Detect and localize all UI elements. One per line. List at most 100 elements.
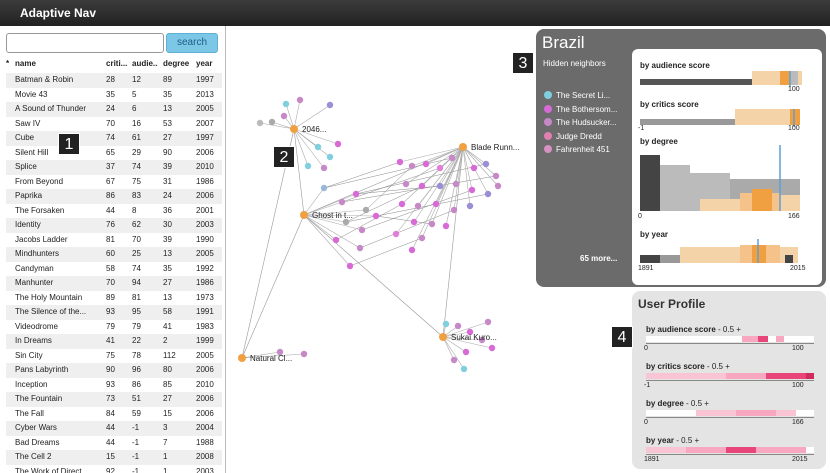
graph-node[interactable] (338, 198, 346, 206)
graph-node[interactable] (448, 154, 456, 162)
graph-node[interactable] (314, 143, 322, 151)
graph-node[interactable] (418, 234, 426, 242)
graph-node[interactable] (428, 220, 436, 228)
table-row[interactable]: Inception 93 86 85 2010 (6, 378, 222, 393)
table-row[interactable]: Movie 43 35 5 35 2013 (6, 88, 222, 103)
table-row[interactable]: The Work of Direct... 92 -1 1 2003 (6, 465, 222, 473)
column-header-year[interactable]: year (196, 59, 225, 68)
column-header-audience[interactable]: audie... (132, 59, 158, 68)
graph-node[interactable] (468, 186, 476, 194)
graph-node[interactable] (362, 206, 370, 214)
graph-node[interactable] (300, 350, 308, 358)
graph-node[interactable] (450, 206, 458, 214)
search-button[interactable]: search (166, 33, 218, 53)
graph-hub-node[interactable] (290, 125, 298, 133)
table-row[interactable]: Mindhunters 60 25 13 2005 (6, 247, 222, 262)
graph-node[interactable] (450, 356, 458, 364)
graph-node[interactable] (462, 348, 470, 356)
graph-node[interactable] (392, 230, 400, 238)
graph-hub-node[interactable] (439, 333, 447, 341)
graph-node[interactable] (332, 236, 340, 244)
graph-node[interactable] (256, 119, 264, 127)
profile-distribution-bar[interactable] (646, 447, 814, 453)
graph-node[interactable] (436, 182, 444, 190)
column-header-degree[interactable]: degree (163, 59, 195, 68)
graph-node[interactable] (320, 164, 328, 172)
table-row[interactable]: The Cell 2 15 -1 1 2008 (6, 450, 222, 465)
hidden-neighbor-item[interactable]: Fahrenheit 451 (544, 145, 610, 154)
hist-year-chart[interactable] (640, 239, 812, 265)
table-row[interactable]: Batman & Robin 28 12 89 1997 (6, 73, 222, 88)
table-row[interactable]: The Silence of the... 93 95 58 1991 (6, 305, 222, 320)
graph-node[interactable] (356, 244, 364, 252)
graph-node[interactable] (304, 162, 312, 170)
table-row[interactable]: A Sound of Thunder 24 6 13 2005 (6, 102, 222, 117)
graph-node[interactable] (326, 101, 334, 109)
graph-node[interactable] (358, 226, 366, 234)
table-row[interactable]: Saw IV 70 16 53 2007 (6, 117, 222, 132)
graph-node[interactable] (282, 100, 290, 108)
graph-hub-node[interactable] (300, 211, 308, 219)
graph-hub-node[interactable] (459, 143, 467, 151)
profile-distribution-bar[interactable] (646, 373, 814, 379)
profile-weight-control[interactable]: - 0.5 + (674, 436, 699, 445)
hidden-neighbor-item[interactable]: The Bothersom... (544, 104, 617, 114)
hist-degree-chart[interactable] (640, 145, 812, 211)
graph-node[interactable] (326, 153, 334, 161)
graph-node[interactable] (280, 112, 288, 120)
graph-node[interactable] (422, 160, 430, 168)
graph-node[interactable] (436, 164, 444, 172)
table-row[interactable]: Paprika 86 83 24 2006 (6, 189, 222, 204)
column-header-name[interactable]: name (15, 59, 105, 68)
graph-node[interactable] (492, 172, 500, 180)
graph-node[interactable] (442, 320, 450, 328)
graph-node[interactable] (398, 200, 406, 208)
table-row[interactable]: Silent Hill 65 29 90 2006 (6, 146, 222, 161)
hidden-neighbor-item[interactable]: The Hudsucker... (544, 118, 616, 127)
graph-node[interactable] (352, 190, 360, 198)
graph-node[interactable] (396, 158, 404, 166)
table-row[interactable]: Candyman 58 74 35 1992 (6, 262, 222, 277)
graph-node[interactable] (488, 344, 496, 352)
profile-distribution-bar[interactable] (646, 410, 814, 416)
column-header-critics[interactable]: criti... (106, 59, 128, 68)
graph-node[interactable] (432, 200, 440, 208)
hist-audience-chart[interactable] (640, 71, 812, 91)
graph-node[interactable] (408, 246, 416, 254)
graph-node[interactable] (470, 164, 478, 172)
graph-node[interactable] (482, 160, 490, 168)
graph-node[interactable] (452, 180, 460, 188)
graph-node[interactable] (466, 202, 474, 210)
graph-node[interactable] (494, 182, 502, 190)
graph-node[interactable] (460, 365, 468, 373)
graph-node[interactable] (296, 96, 304, 104)
profile-weight-control[interactable]: - 0.5 + (716, 325, 741, 334)
graph-node[interactable] (418, 182, 426, 190)
graph-node[interactable] (484, 318, 492, 326)
graph-node[interactable] (414, 202, 422, 210)
graph-node[interactable] (408, 162, 416, 170)
hidden-neighbor-item[interactable]: The Secret Li... (544, 91, 610, 100)
hist-critics-chart[interactable] (640, 109, 812, 129)
table-row[interactable]: The Holy Mountain 89 81 13 1973 (6, 291, 222, 306)
hidden-neighbor-item[interactable]: Judge Dredd (544, 131, 602, 141)
graph-node[interactable] (334, 140, 342, 148)
table-row[interactable]: Cyber Wars 44 -1 3 2004 (6, 421, 222, 436)
graph-node[interactable] (402, 180, 410, 188)
table-row[interactable]: In Dreams 41 22 2 1999 (6, 334, 222, 349)
table-row[interactable]: Sin City 75 78 112 2005 (6, 349, 222, 364)
table-row[interactable]: Manhunter 70 94 27 1986 (6, 276, 222, 291)
profile-distribution-bar[interactable] (646, 336, 814, 342)
profile-weight-control[interactable]: - 0.5 + (684, 399, 709, 408)
table-row[interactable]: Splice 37 74 39 2010 (6, 160, 222, 175)
table-row[interactable]: The Forsaken 44 8 36 2001 (6, 204, 222, 219)
table-row[interactable]: Cube 74 61 27 1997 (6, 131, 222, 146)
table-row[interactable]: The Fall 84 59 15 2006 (6, 407, 222, 422)
graph-node[interactable] (320, 184, 328, 192)
graph-node[interactable] (442, 222, 450, 230)
graph-node[interactable] (372, 212, 380, 220)
search-input[interactable] (6, 33, 164, 53)
profile-weight-control[interactable]: - 0.5 + (705, 362, 730, 371)
graph-node[interactable] (454, 322, 462, 330)
graph-node[interactable] (268, 118, 276, 126)
